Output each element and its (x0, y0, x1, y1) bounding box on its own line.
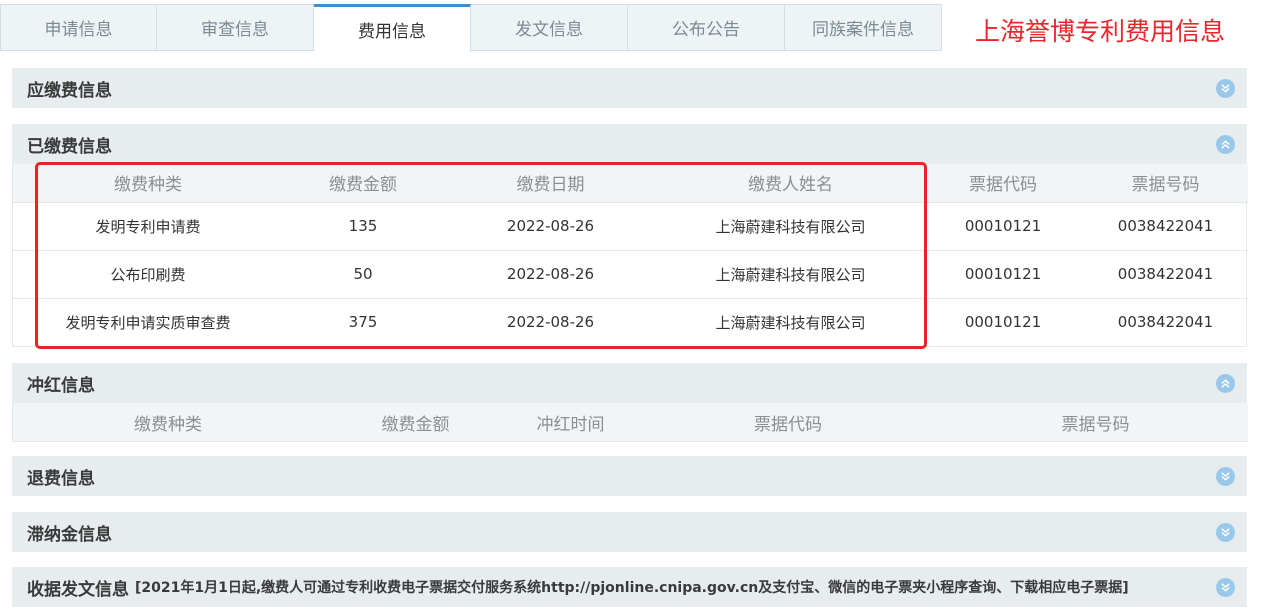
fee-type-cell: 公布印刷费 (13, 249, 283, 298)
section-due-fees: 应缴费信息 (12, 68, 1247, 108)
table-row: 发明专利申请费 135 2022-08-26 上海蔚建科技有限公司 000101… (13, 201, 1248, 250)
fee-amount-cell: 375 (283, 297, 443, 346)
section-header[interactable]: 退费信息 (12, 456, 1247, 496)
section-title: 冲红信息 (27, 375, 95, 396)
column-header: 缴费人姓名 (658, 164, 923, 202)
reversal-table-container: 缴费种类 缴费金额 冲红时间 票据代码 票据号码 (12, 403, 1248, 442)
fee-type-cell: 发明专利申请实质审查费 (13, 297, 283, 346)
column-header: 缴费日期 (443, 164, 658, 202)
collapse-chevron-up-icon[interactable] (1216, 135, 1235, 154)
section-title: 已缴费信息 (27, 136, 112, 157)
section-title: 滞纳金信息 (27, 524, 112, 545)
section-refund: 退费信息 (12, 456, 1247, 496)
column-header: 冲红时间 (508, 403, 633, 441)
table-row: 发明专利申请实质审查费 375 2022-08-26 上海蔚建科技有限公司 00… (13, 297, 1248, 346)
expand-chevron-down-icon[interactable] (1216, 578, 1235, 597)
paid-fees-table-container: 缴费种类 缴费金额 缴费日期 缴费人姓名 票据代码 票据号码 发明专利申请费 1… (12, 164, 1248, 347)
receipt-code-cell: 00010121 (923, 297, 1083, 346)
tab-publication-notice[interactable]: 公布公告 (628, 4, 785, 51)
section-title: 退费信息 (27, 468, 95, 489)
section-title: 应缴费信息 (27, 80, 112, 101)
table-row: 公布印刷费 50 2022-08-26 上海蔚建科技有限公司 00010121 … (13, 249, 1248, 298)
receipt-code-cell: 00010121 (923, 201, 1083, 250)
tab-examination-info[interactable]: 审查信息 (157, 4, 314, 51)
column-header: 票据号码 (943, 403, 1248, 441)
receipt-number-cell: 0038422041 (1083, 297, 1248, 346)
section-late-fee: 滞纳金信息 (12, 512, 1247, 552)
fee-amount-cell: 50 (283, 249, 443, 298)
paid-fees-table: 缴费种类 缴费金额 缴费日期 缴费人姓名 票据代码 票据号码 发明专利申请费 1… (13, 164, 1248, 346)
tab-dispatch-info[interactable]: 发文信息 (471, 4, 628, 51)
brand-overlay-text: 上海誉博专利费用信息 (975, 17, 1226, 46)
tab-fee-info[interactable]: 费用信息 (314, 4, 471, 52)
collapse-chevron-up-icon[interactable] (1216, 374, 1235, 393)
section-header[interactable]: 应缴费信息 (12, 68, 1247, 108)
column-header: 票据代码 (633, 403, 943, 441)
column-header: 缴费金额 (283, 164, 443, 202)
section-header[interactable]: 收据发文信息 [2021年1月1日起,缴费人可通过专利收费电子票据交付服务系统h… (12, 567, 1247, 607)
table-header-row: 缴费种类 缴费金额 缴费日期 缴费人姓名 票据代码 票据号码 (13, 164, 1248, 202)
column-header: 缴费金额 (323, 403, 508, 441)
section-paid-fees: 已缴费信息 缴费种类 缴费金额 缴费日期 缴费人姓名 票据代码 票据号码 发明专… (12, 124, 1248, 347)
fee-date-cell: 2022-08-26 (443, 297, 658, 346)
section-receipt-dispatch: 收据发文信息 [2021年1月1日起,缴费人可通过专利收费电子票据交付服务系统h… (12, 567, 1247, 607)
payer-name-cell: 上海蔚建科技有限公司 (658, 201, 923, 250)
fee-type-cell: 发明专利申请费 (13, 201, 283, 250)
tab-bar: 申请信息 审查信息 费用信息 发文信息 公布公告 同族案件信息 (0, 4, 944, 52)
column-header: 票据代码 (923, 164, 1083, 202)
column-header: 缴费种类 (13, 164, 283, 202)
fee-date-cell: 2022-08-26 (443, 249, 658, 298)
section-note: [2021年1月1日起,缴费人可通过专利收费电子票据交付服务系统http://p… (135, 580, 1129, 596)
section-header[interactable]: 滞纳金信息 (12, 512, 1247, 552)
expand-chevron-down-icon[interactable] (1216, 79, 1235, 98)
section-title: 收据发文信息 (27, 579, 129, 600)
payer-name-cell: 上海蔚建科技有限公司 (658, 249, 923, 298)
receipt-number-cell: 0038422041 (1083, 249, 1248, 298)
expand-chevron-down-icon[interactable] (1216, 523, 1235, 542)
tab-family-cases[interactable]: 同族案件信息 (785, 4, 942, 51)
column-header: 票据号码 (1083, 164, 1248, 202)
payer-name-cell: 上海蔚建科技有限公司 (658, 297, 923, 346)
section-header[interactable]: 已缴费信息 (12, 124, 1247, 164)
expand-chevron-down-icon[interactable] (1216, 467, 1235, 486)
section-reversal: 冲红信息 缴费种类 缴费金额 冲红时间 票据代码 票据号码 (12, 363, 1248, 442)
table-header-row: 缴费种类 缴费金额 冲红时间 票据代码 票据号码 (13, 403, 1248, 441)
fee-amount-cell: 135 (283, 201, 443, 250)
column-header: 缴费种类 (13, 403, 323, 441)
reversal-table: 缴费种类 缴费金额 冲红时间 票据代码 票据号码 (13, 403, 1248, 441)
receipt-code-cell: 00010121 (923, 249, 1083, 298)
section-header[interactable]: 冲红信息 (12, 363, 1247, 403)
tab-application-info[interactable]: 申请信息 (0, 4, 157, 51)
receipt-number-cell: 0038422041 (1083, 201, 1248, 250)
fee-date-cell: 2022-08-26 (443, 201, 658, 250)
